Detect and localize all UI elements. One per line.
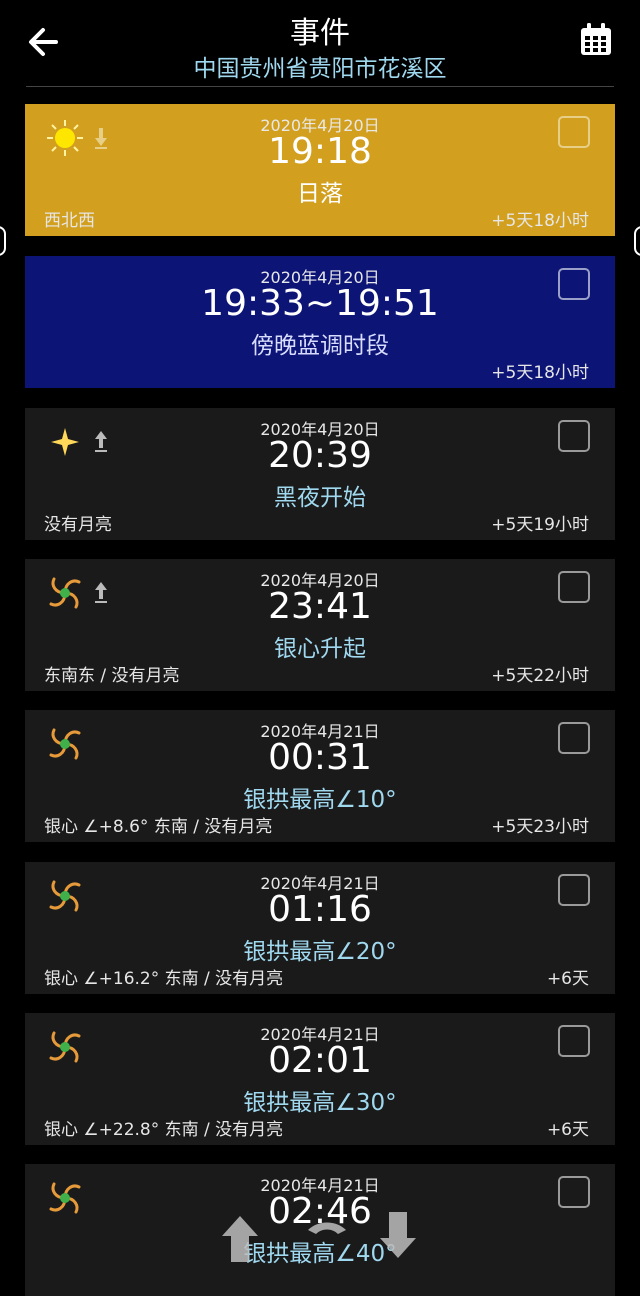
event-countdown: +5天19小时	[491, 515, 589, 535]
event-card-galaxy-rise[interactable]: 2020年4月20日 23:41 银心升起 东南东 / 没有月亮 +5天22小时	[25, 559, 615, 691]
event-detail: 西北西	[44, 211, 95, 231]
location-subtitle: 中国贵州省贵阳市花溪区	[193, 56, 447, 82]
event-time: 19:18	[268, 131, 372, 172]
event-name: 黑夜开始	[274, 485, 366, 511]
scroll-down-icon	[380, 1212, 416, 1258]
event-detail: 银心 ∠+22.8° 东南 / 没有月亮	[44, 1120, 284, 1140]
event-checkbox[interactable]	[558, 420, 590, 452]
event-countdown: +6天	[546, 969, 589, 989]
event-checkbox[interactable]	[558, 268, 590, 300]
event-card-arch-20[interactable]: 2020年4月21日 01:16 银拱最高∠20° 银心 ∠+16.2° 东南 …	[25, 862, 615, 994]
header-divider	[26, 86, 614, 87]
event-name: 傍晚蓝调时段	[251, 333, 389, 359]
event-name: 银心升起	[274, 636, 366, 662]
event-checkbox[interactable]	[558, 874, 590, 906]
event-detail: 没有月亮	[44, 515, 112, 535]
event-card-bluehour[interactable]: 2020年4月20日 19:33~19:51 傍晚蓝调时段 +5天18小时	[25, 256, 615, 388]
event-checkbox[interactable]	[558, 1025, 590, 1057]
event-countdown: +5天23小时	[491, 817, 589, 837]
left-edge-handle	[0, 226, 6, 256]
floating-nav-overlay	[218, 1212, 428, 1262]
event-time: 19:33~19:51	[201, 283, 439, 324]
event-name: 银拱最高∠20°	[243, 939, 397, 965]
event-checkbox[interactable]	[558, 571, 590, 603]
event-time: 02:01	[268, 1040, 372, 1081]
event-checkbox[interactable]	[558, 722, 590, 754]
event-checkbox[interactable]	[558, 116, 590, 148]
page-title: 事件	[290, 16, 350, 51]
top-bar: 事件 中国贵州省贵阳市花溪区	[0, 0, 640, 88]
event-detail: 东南东 / 没有月亮	[44, 666, 180, 686]
refresh-icon	[308, 1222, 346, 1234]
event-card-night[interactable]: 2020年4月20日 20:39 黑夜开始 没有月亮 +5天19小时	[25, 408, 615, 540]
event-countdown: +6天	[546, 1120, 589, 1140]
event-countdown: +5天18小时	[491, 211, 589, 231]
right-edge-handle	[634, 226, 640, 256]
event-detail: 银心 ∠+8.6° 东南 / 没有月亮	[44, 817, 273, 837]
event-name: 日落	[297, 181, 343, 207]
event-time: 00:31	[268, 737, 372, 778]
event-countdown: +5天22小时	[491, 666, 589, 686]
event-time: 23:41	[268, 586, 372, 627]
scroll-up-icon	[222, 1216, 258, 1262]
event-time: 20:39	[268, 435, 372, 476]
event-card-arch-10[interactable]: 2020年4月21日 00:31 银拱最高∠10° 银心 ∠+8.6° 东南 /…	[25, 710, 615, 842]
event-name: 银拱最高∠10°	[243, 787, 397, 813]
event-checkbox[interactable]	[558, 1176, 590, 1208]
event-detail: 银心 ∠+16.2° 东南 / 没有月亮	[44, 969, 284, 989]
event-name: 银拱最高∠30°	[243, 1090, 397, 1116]
event-time: 01:16	[268, 889, 372, 930]
event-countdown: +5天18小时	[491, 363, 589, 383]
calendar-icon[interactable]	[578, 22, 614, 58]
event-card-sunset[interactable]: 2020年4月20日 19:18 日落 西北西 +5天18小时	[25, 104, 615, 236]
event-card-arch-30[interactable]: 2020年4月21日 02:01 银拱最高∠30° 银心 ∠+22.8° 东南 …	[25, 1013, 615, 1145]
